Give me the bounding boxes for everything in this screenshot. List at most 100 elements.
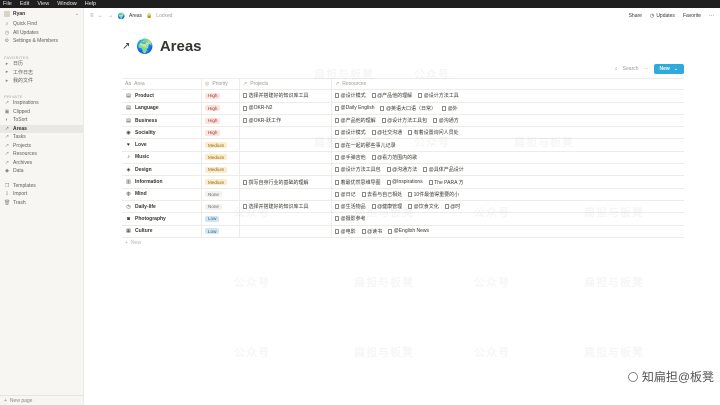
column-header-resources[interactable]: ↗ Resources	[332, 79, 477, 89]
resource-link[interactable]: @摄影参考	[335, 215, 366, 222]
resource-link[interactable]: @社交沟通	[371, 129, 402, 136]
priority-cell[interactable]: Medium	[202, 164, 240, 176]
area-name-cell[interactable]: ◉ Sociality	[122, 127, 202, 139]
new-button[interactable]: New ⌄	[653, 64, 684, 74]
sidebar-item-private-0[interactable]: ↗ Inspirations	[0, 99, 83, 108]
resources-cell[interactable]: @日记 去看与自己相处 10件最值得重要的小	[332, 189, 477, 200]
resource-link[interactable]: @设计模式	[335, 92, 366, 99]
area-name-cell[interactable]: ▥ Information	[122, 176, 202, 188]
resources-cell[interactable]: 着最优然思维导图 @Inspirations The PARA 方	[332, 176, 477, 187]
resource-link[interactable]: The PARA 方	[428, 179, 464, 186]
sidebar-item-private-1[interactable]: ▣ Clipped	[0, 108, 83, 117]
resource-link[interactable]: @具体产品设计	[423, 166, 464, 173]
sidebar-item-bottom-0[interactable]: ❐ Templates	[0, 182, 83, 191]
resource-link[interactable]: @时	[444, 203, 460, 210]
resource-link[interactable]: @产品他的理解	[371, 92, 412, 99]
sidebar-item-private-5[interactable]: ↗ Projects	[0, 142, 83, 151]
project-link[interactable]: @OKR-N2	[243, 105, 272, 111]
project-link[interactable]: 选择并搭建好的知识库工具	[243, 203, 309, 210]
area-name-cell[interactable]: ♪ Music	[122, 151, 202, 164]
back-arrow-icon[interactable]: ←	[98, 13, 104, 19]
table-row[interactable]: ▥ Information Medium 撰写自身行业的基础的理解 着最优然思维导图 @I…	[122, 176, 684, 189]
search-label[interactable]: Search	[623, 66, 639, 72]
priority-cell[interactable]: High	[202, 114, 240, 127]
resource-link[interactable]: @设计方法工具包	[335, 166, 381, 173]
table-row[interactable]: ◙ Photography Low @摄影参考	[122, 213, 684, 226]
resources-cell[interactable]: @生活物品 @健康管理 @饮食文化 @时	[332, 201, 477, 212]
priority-cell[interactable]: Low	[202, 213, 240, 225]
priority-cell[interactable]: Medium	[202, 151, 240, 164]
resources-cell[interactable]: @Daily English @英语大口语（日常） @外	[332, 103, 477, 114]
projects-cell[interactable]: 撰写自身行业的基础的理解	[240, 176, 332, 188]
resource-link[interactable]: @英语大口语（日常）	[380, 105, 436, 112]
resource-link[interactable]: @读书	[361, 228, 382, 235]
resource-link[interactable]: @饮食文化	[408, 203, 439, 210]
forward-arrow-icon[interactable]: →	[108, 13, 114, 19]
table-row[interactable]: ♪ Music Medium @手弹吉他 @看力范围内的歌	[122, 151, 684, 165]
priority-cell[interactable]: High	[202, 102, 240, 114]
resource-link[interactable]: @在一起的那些事儿记录	[335, 142, 396, 149]
add-row-button[interactable]: + New	[122, 238, 684, 249]
projects-cell[interactable]	[240, 188, 332, 200]
menu-help[interactable]: Help	[85, 1, 96, 7]
sidebar-item-private-6[interactable]: ↗ Resources	[0, 150, 83, 159]
resource-link[interactable]: 去看与自己相处	[361, 191, 402, 198]
resource-link[interactable]: @健康管理	[371, 203, 402, 210]
more-icon[interactable]: ···	[644, 66, 649, 72]
sidebar-item-bottom-2[interactable]: 🗑 Trash	[0, 199, 83, 208]
priority-cell[interactable]: High	[202, 127, 240, 139]
resource-link[interactable]: @English News	[388, 228, 429, 234]
workspace-switcher[interactable]: Ryan ⌄	[0, 8, 83, 20]
resources-cell[interactable]: @设计方法工具包 @沟通方法 @具体产品设计	[332, 164, 477, 175]
projects-cell[interactable]	[240, 127, 332, 139]
resource-link[interactable]: @手弹吉他	[335, 154, 366, 161]
updates-button[interactable]: ◷ Updates	[650, 13, 675, 19]
resource-link[interactable]: @看力范围内的歌	[371, 154, 417, 161]
area-name-cell[interactable]: ▦ Culture	[122, 225, 202, 237]
resource-link[interactable]: 有着设置询问人员处	[408, 129, 459, 136]
menu-file[interactable]: File	[3, 1, 12, 7]
resource-link[interactable]: @电影	[335, 228, 356, 235]
resource-link[interactable]: @日记	[335, 191, 356, 198]
table-row[interactable]: ◉ Sociality High @设计模式 @社交沟通 有着设置询问人员处	[122, 127, 684, 140]
table-row[interactable]: ◷ Daily-life None 选择并搭建好的知识库工具 @生活物品 @健康管理 @饮食…	[122, 200, 684, 214]
breadcrumb[interactable]: Areas	[129, 13, 142, 19]
area-name-cell[interactable]: ◷ Daily-life	[122, 200, 202, 213]
area-name-cell[interactable]: ◈ Design	[122, 164, 202, 176]
resources-cell[interactable]: @产品他的理解 @设计方法工具包 @沟通方	[332, 115, 477, 126]
table-row[interactable]: ◈ Design Medium @设计方法工具包 @沟通方法 @具体产品设计	[122, 164, 684, 177]
area-name-cell[interactable]: ◙ Photography	[122, 213, 202, 225]
priority-cell[interactable]: Medium	[202, 176, 240, 188]
resources-cell[interactable]: @电影 @读书 @English News	[332, 226, 477, 237]
column-header-priority[interactable]: ◎ Priority	[202, 79, 240, 90]
projects-cell[interactable]	[240, 151, 332, 164]
sidebar-item-private-3[interactable]: ↗ Areas	[0, 124, 83, 133]
project-link[interactable]: 选择并搭建好的知识库工具	[243, 92, 309, 99]
area-name-cell[interactable]: ▤ Product	[122, 90, 202, 102]
menu-view[interactable]: View	[37, 1, 49, 7]
priority-cell[interactable]: None	[202, 200, 240, 213]
resources-cell[interactable]: @设计模式 @产品他的理解 @设计方法工具	[332, 90, 477, 101]
sidebar-item-top-2[interactable]: ⚙ Settings & Members	[0, 37, 83, 46]
sidebar-item-favorite-1[interactable]: ▸ 工作日志	[0, 68, 83, 77]
sidebar-item-favorite-0[interactable]: ▸ 日历	[0, 60, 83, 69]
column-header-projects[interactable]: ↗ Projects	[240, 79, 332, 90]
projects-cell[interactable]: @OKR-N2	[240, 102, 332, 114]
favorite-button[interactable]: Favorite	[683, 13, 701, 19]
share-button[interactable]: Share	[629, 13, 642, 19]
priority-cell[interactable]: Medium	[202, 139, 240, 151]
priority-cell[interactable]: None	[202, 188, 240, 200]
table-row[interactable]: ▤ Business High @OKR-跃工作 @产品他的理解 @设计方法工具包 @沟通方	[122, 114, 684, 128]
menu-icon[interactable]: ≡	[90, 13, 94, 19]
resource-link[interactable]: @设计方法工具包	[381, 117, 427, 124]
resource-link[interactable]: @产品他的理解	[335, 117, 376, 124]
table-row[interactable]: ♥ Love Medium @在一起的那些事儿记录	[122, 139, 684, 152]
resource-link[interactable]: @设计方法工具	[418, 92, 459, 99]
menu-edit[interactable]: Edit	[20, 1, 29, 7]
more-button[interactable]: ···	[709, 13, 714, 19]
projects-cell[interactable]	[240, 225, 332, 237]
resources-cell[interactable]: @设计模式 @社交沟通 有着设置询问人员处	[332, 127, 477, 138]
table-row[interactable]: ◍ Mind None @日记 去看与自己相处 10件最值得重要的小	[122, 188, 684, 201]
priority-cell[interactable]: Low	[202, 225, 240, 237]
sidebar-item-top-0[interactable]: ⌕ Quick Find	[0, 20, 83, 29]
